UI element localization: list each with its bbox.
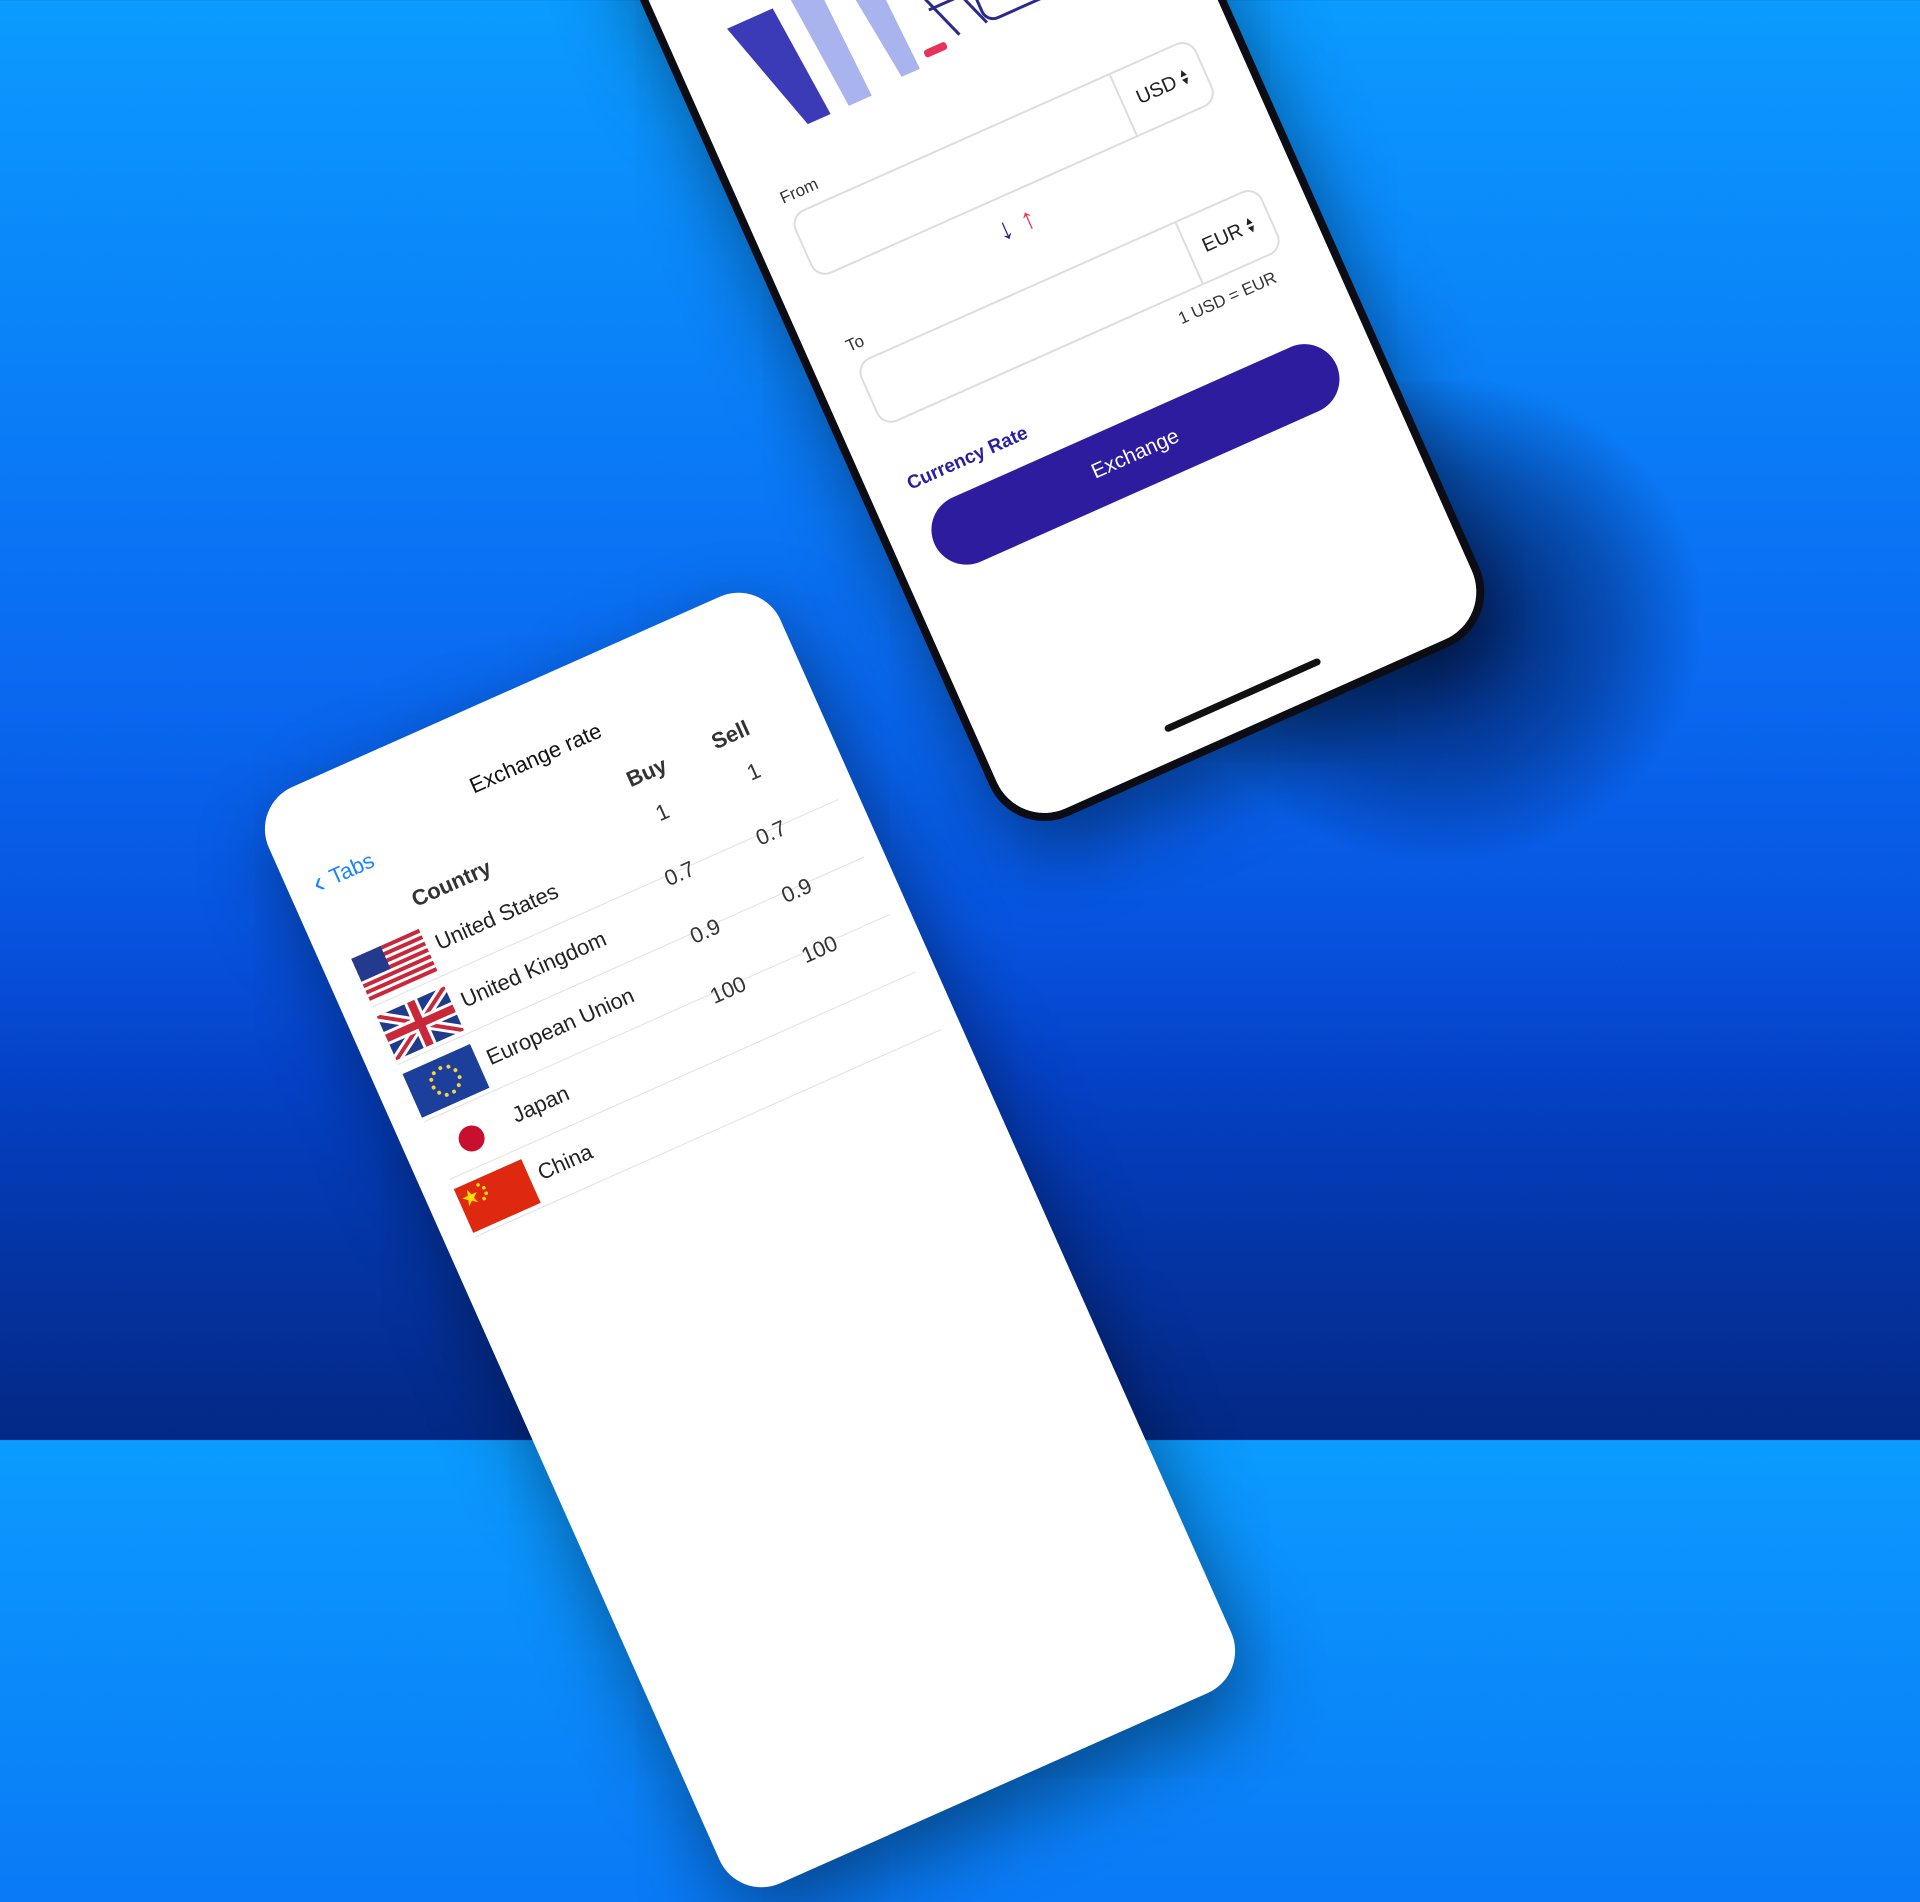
column-header-buy: Buy xyxy=(622,752,671,793)
swap-up-icon[interactable]: ↑ xyxy=(1014,201,1042,238)
swap-down-icon[interactable]: ↓ xyxy=(992,211,1020,248)
sell-value: 1 xyxy=(742,757,765,786)
select-arrows-icon: ▲ ▼ xyxy=(1241,213,1260,238)
country-name: China xyxy=(533,1138,597,1186)
from-currency-select[interactable]: USD ▲ ▼ xyxy=(1109,39,1217,136)
select-arrows-icon: ▲ ▼ xyxy=(1175,65,1194,90)
to-label: To xyxy=(842,331,868,356)
to-currency-value: EUR xyxy=(1198,219,1247,257)
country-name: Japan xyxy=(508,1080,573,1128)
from-currency-value: USD xyxy=(1132,71,1181,109)
column-header-sell: Sell xyxy=(707,715,754,755)
buy-value: 1 xyxy=(651,798,673,827)
